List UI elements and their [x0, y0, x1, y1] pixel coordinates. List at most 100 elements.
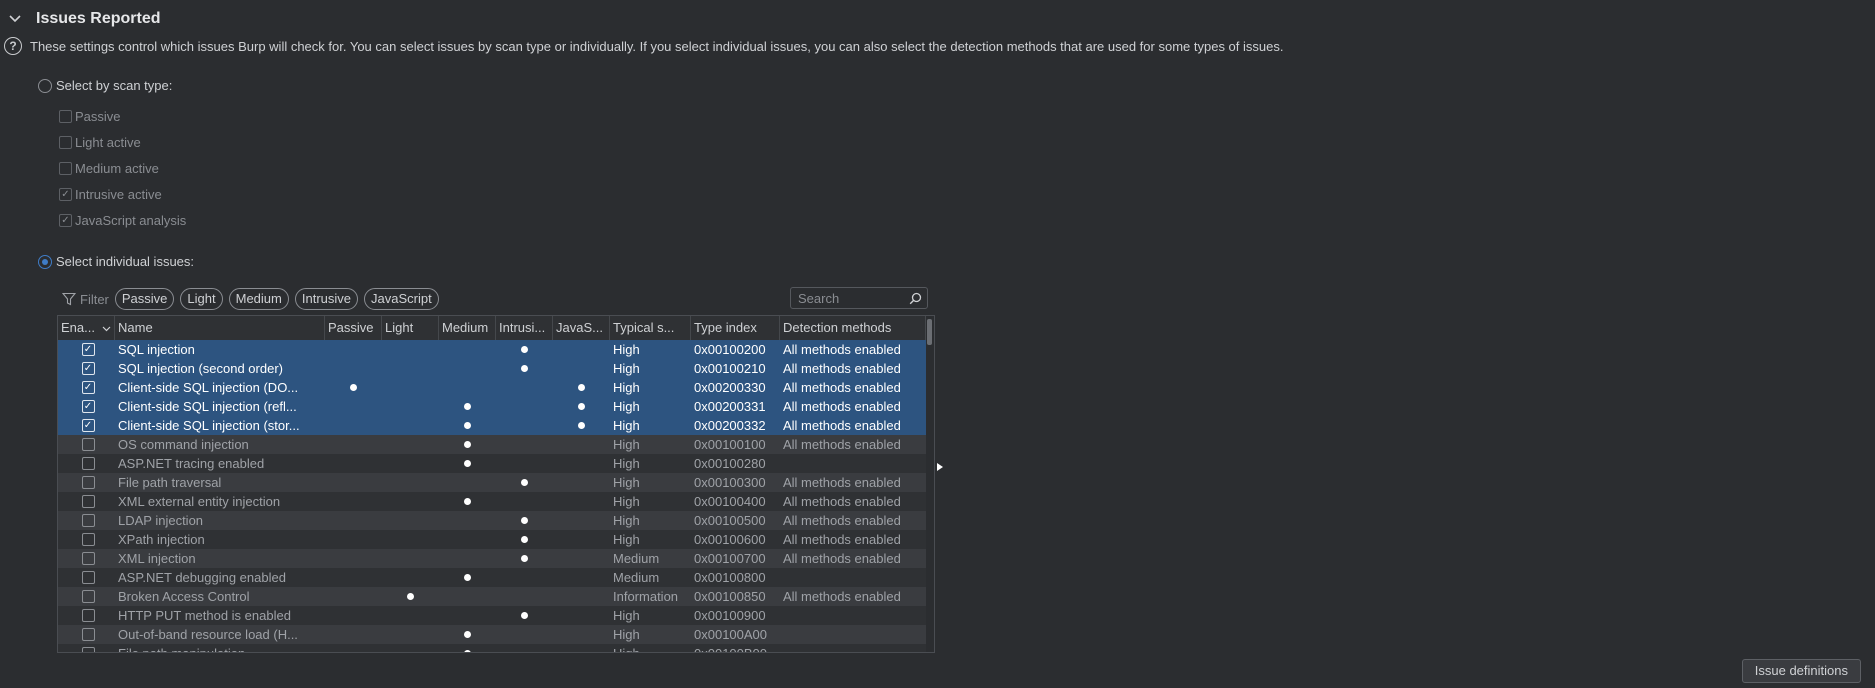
- enabled-cell: ✓: [58, 416, 115, 435]
- search-input[interactable]: [798, 290, 908, 306]
- enabled-cell: [58, 530, 115, 549]
- table-row[interactable]: ✓ Client-side SQL injection (refl... High 0…: [58, 397, 926, 416]
- javascript-cell: [553, 340, 610, 359]
- table-row[interactable]: ASP.NET tracing enabled High 0x00100280: [58, 454, 926, 473]
- row-checkbox[interactable]: [81, 590, 95, 603]
- row-checkbox[interactable]: [81, 476, 95, 489]
- row-checkbox-checked[interactable]: ✓: [81, 400, 95, 413]
- row-checkbox[interactable]: [81, 628, 95, 641]
- column-header-intrusive[interactable]: Intrusi...: [496, 316, 553, 340]
- table-row[interactable]: ✓ Client-side SQL injection (stor... High 0…: [58, 416, 926, 435]
- search-box[interactable]: [790, 287, 928, 309]
- row-checkbox-checked[interactable]: ✓: [81, 343, 95, 356]
- column-header-type-index[interactable]: Type index: [691, 316, 780, 340]
- enabled-cell: [58, 644, 115, 652]
- row-checkbox[interactable]: [81, 609, 95, 622]
- column-header-javascript[interactable]: JavaS...: [553, 316, 610, 340]
- sort-down-icon: [102, 326, 111, 332]
- row-checkbox-checked[interactable]: ✓: [81, 419, 95, 432]
- table-row[interactable]: OS command injection High 0x00100100 All me…: [58, 435, 926, 454]
- name-cell: File path traversal: [118, 475, 222, 490]
- column-header-detection[interactable]: Detection methods: [780, 316, 926, 340]
- medium-cell: [439, 644, 496, 652]
- issue-definitions-button[interactable]: Issue definitions: [1741, 659, 1861, 683]
- row-checkbox[interactable]: [81, 514, 95, 527]
- filter-pill-light[interactable]: Light: [180, 288, 223, 310]
- table-header: Ena... Name Passive Light Medium Intrusi…: [58, 316, 926, 341]
- row-checkbox[interactable]: [81, 552, 95, 565]
- expand-panel-icon[interactable]: [936, 462, 944, 472]
- name-cell: OS command injection: [118, 437, 249, 452]
- table-row[interactable]: File path manipulation High0x00100B00: [58, 644, 926, 652]
- enabled-cell: ✓: [58, 359, 115, 378]
- column-header-name[interactable]: Name: [115, 316, 325, 340]
- severity-cell: High: [610, 644, 691, 652]
- section-header[interactable]: Issues Reported: [8, 8, 160, 30]
- search-icon[interactable]: [909, 292, 922, 305]
- row-checkbox[interactable]: [81, 647, 95, 652]
- javascript-indicator-dot: [578, 384, 585, 391]
- table-row[interactable]: ✓ SQL injection (second order) High 0x00100…: [58, 359, 926, 378]
- type-index-cell: 0x00100A00: [694, 627, 768, 642]
- scan-type-radio[interactable]: [38, 78, 52, 93]
- table-row[interactable]: XPath injection High 0x00100600 All methods…: [58, 530, 926, 549]
- intrusive-cell: [496, 435, 553, 454]
- scan-type-radio-row[interactable]: Select by scan type:: [38, 78, 172, 93]
- help-icon[interactable]: ?: [4, 37, 22, 55]
- checkbox: [59, 162, 72, 175]
- row-checkbox[interactable]: [81, 438, 95, 451]
- table-row[interactable]: File path traversal High 0x00100300 All met…: [58, 473, 926, 492]
- detection-methods-cell: All methods enabled: [783, 494, 901, 509]
- filter-pill-medium[interactable]: Medium: [228, 288, 289, 310]
- table-row[interactable]: Out-of-band resource load (H... High 0x001…: [58, 625, 926, 644]
- individual-radio-row[interactable]: Select individual issues:: [38, 254, 194, 269]
- severity-cell: High: [613, 399, 640, 414]
- javascript-cell: [553, 606, 610, 625]
- issues-table[interactable]: Ena... Name Passive Light Medium Intrusi…: [57, 315, 935, 653]
- column-header-light[interactable]: Light: [382, 316, 439, 340]
- row-checkbox[interactable]: [81, 533, 95, 546]
- medium-indicator-dot: [464, 422, 471, 429]
- detection-methods-cell: [780, 454, 926, 473]
- filter-pill-intrusive[interactable]: Intrusive: [294, 288, 359, 310]
- medium-cell: [439, 454, 496, 473]
- row-checkbox[interactable]: [81, 571, 95, 584]
- table-row[interactable]: ✓ SQL injection High 0x00100200 All methods …: [58, 340, 926, 359]
- table-row[interactable]: ASP.NET debugging enabled Medium 0x0010080…: [58, 568, 926, 587]
- row-checkbox-checked[interactable]: ✓: [81, 362, 95, 375]
- intrusive-indicator-dot: [521, 346, 528, 353]
- medium-indicator-dot: [464, 498, 471, 505]
- individual-radio[interactable]: [38, 254, 52, 269]
- column-header-medium[interactable]: Medium: [439, 316, 496, 340]
- passive-cell: [325, 435, 382, 454]
- table-row[interactable]: Broken Access Control Information 0x001008…: [58, 587, 926, 606]
- table-row[interactable]: LDAP injection High 0x00100500 All methods …: [58, 511, 926, 530]
- scan-type-label: Select by scan type:: [56, 78, 173, 93]
- filter-pill-javascript[interactable]: JavaScript: [364, 288, 439, 310]
- row-checkbox[interactable]: [81, 495, 95, 508]
- table-row[interactable]: XML injection Medium 0x00100700 All methods…: [58, 549, 926, 568]
- intrusive-cell: [496, 473, 553, 492]
- column-header-label: Ena...: [61, 320, 95, 335]
- chevron-down-icon[interactable]: [8, 12, 22, 26]
- row-checkbox-checked[interactable]: ✓: [81, 381, 95, 394]
- passive-cell: [325, 530, 382, 549]
- table-row[interactable]: HTTP PUT method is enabled High 0x00100900: [58, 606, 926, 625]
- passive-cell: [325, 625, 382, 644]
- column-header-severity[interactable]: Typical s...: [610, 316, 691, 340]
- detection-methods-cell: All methods enabled: [783, 361, 901, 376]
- column-header-enabled[interactable]: Ena...: [58, 316, 115, 340]
- medium-cell: [439, 492, 496, 511]
- row-checkbox[interactable]: [81, 457, 95, 470]
- name-cell: SQL injection: [118, 342, 195, 357]
- javascript-indicator-dot: [578, 403, 585, 410]
- medium-cell: [439, 511, 496, 530]
- severity-cell: High: [613, 456, 640, 471]
- filter-pill-passive[interactable]: Passive: [114, 288, 175, 310]
- detection-methods-cell: All methods enabled: [783, 342, 901, 357]
- table-row[interactable]: XML external entity injection High 0x00100…: [58, 492, 926, 511]
- table-row[interactable]: ✓ Client-side SQL injection (DO... High 0x0…: [58, 378, 926, 397]
- filter-icon[interactable]: [62, 292, 76, 306]
- vertical-scrollbar[interactable]: [927, 319, 932, 345]
- column-header-passive[interactable]: Passive: [325, 316, 382, 340]
